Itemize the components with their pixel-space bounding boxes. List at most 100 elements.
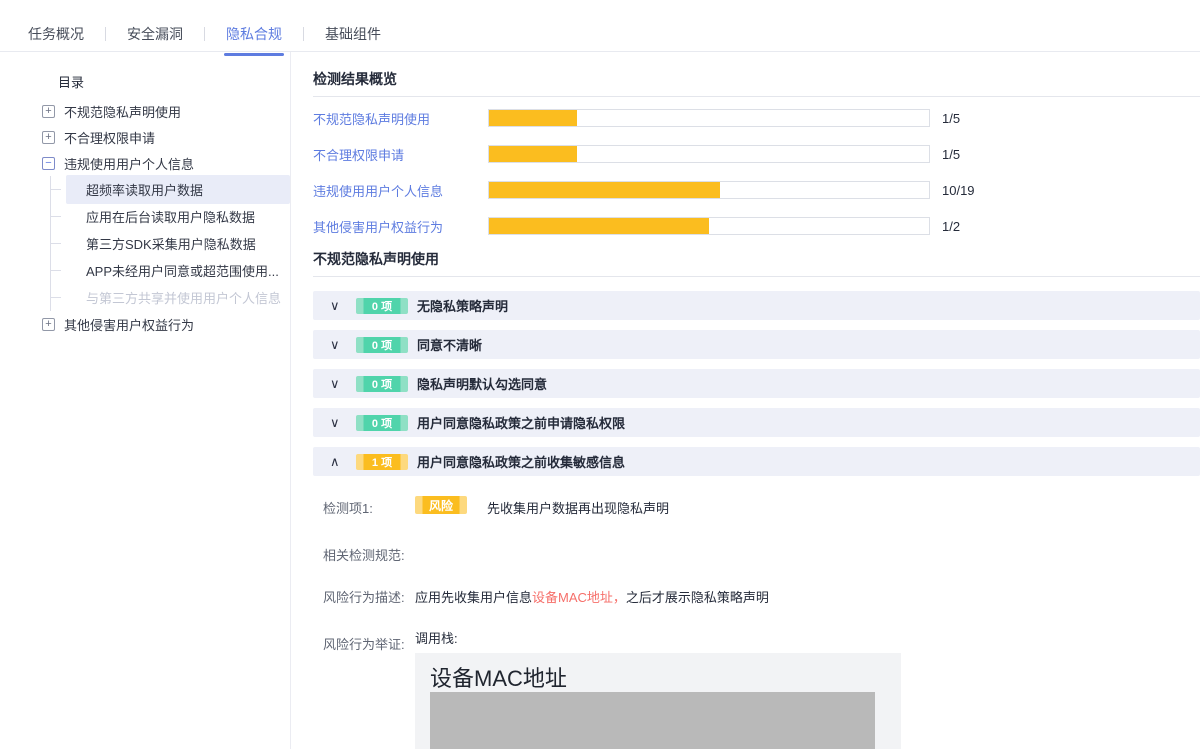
tree-leaf-label-selected[interactable]: 超频率读取用户数据: [66, 175, 290, 204]
progress-value: 1/5: [942, 111, 960, 126]
catalog-sidebar: 目录 + 不规范隐私声明使用 + 不合理权限申请 − 违规使用用户个人信息 超频…: [0, 52, 291, 749]
description-suffix: 之后才展示隐私策略声明: [626, 590, 769, 605]
progress-bar: [488, 109, 930, 127]
progress-value: 10/19: [942, 183, 975, 198]
tree-node-label: 不合理权限申请: [64, 128, 155, 147]
detail-row-evidence: 风险行为举证: 调用栈: 设备MAC地址 android.net.wifi.Wi…: [323, 628, 1200, 749]
chevron-down-icon[interactable]: ∨: [330, 376, 346, 392]
detail-item-text: 先收集用户数据再出现隐私声明: [487, 496, 669, 517]
detail-panel: 检测项1: 风险 先收集用户数据再出现隐私声明 相关检测规范: 风险行为描述: …: [313, 476, 1200, 749]
chevron-down-icon[interactable]: ∨: [330, 298, 346, 314]
progress-value: 1/5: [942, 147, 960, 162]
active-tab-underline: [224, 53, 284, 56]
accordion-row-title: 同意不清晰: [417, 335, 482, 354]
expand-icon[interactable]: +: [42, 131, 55, 144]
count-badge: 0 项: [356, 376, 408, 392]
progress-bar-fill: [489, 182, 720, 198]
tree-leaf-label-disabled: 与第三方共享并使用用户个人信息: [66, 283, 290, 312]
chevron-up-icon[interactable]: ∧: [330, 454, 346, 470]
tree-node-other-rights-violations[interactable]: + 其他侵害用户权益行为: [0, 311, 290, 337]
redaction-mask: [430, 692, 875, 749]
tree-children: 超频率读取用户数据 应用在后台读取用户隐私数据 第三方SDK采集用户隐私数据 A…: [50, 176, 290, 311]
progress-bar-fill: [489, 110, 577, 126]
evidence-content: 调用栈: 设备MAC地址 android.net.wifi.WifiInfo.g…: [415, 628, 901, 749]
tree-leaf-label[interactable]: 应用在后台读取用户隐私数据: [66, 202, 290, 231]
tab-basic-components[interactable]: 基础组件: [325, 24, 381, 54]
detail-label: 相关检测规范:: [323, 543, 415, 564]
count-badge: 0 项: [356, 337, 408, 353]
tab-privacy-compliance[interactable]: 隐私合规: [226, 24, 282, 54]
overview-row: 不合理权限申请 1/5: [313, 145, 1200, 163]
accordion-row-title: 用户同意隐私政策之前收集敏感信息: [417, 452, 625, 471]
accordion-row-title: 隐私声明默认勾选同意: [417, 374, 547, 393]
tree-node-illegal-use-personal-info[interactable]: − 违规使用用户个人信息: [0, 150, 290, 176]
count-badge: 0 项: [356, 415, 408, 431]
accordion-row-permission-before-consent[interactable]: ∨ 0 项 用户同意隐私政策之前申请隐私权限: [313, 408, 1200, 437]
tree-node-label: 违规使用用户个人信息: [64, 154, 194, 173]
accordion-row-title: 用户同意隐私政策之前申请隐私权限: [417, 413, 625, 432]
detail-label: 检测项1:: [323, 496, 415, 517]
tab-divider: [204, 27, 205, 41]
detail-row-spec: 相关检测规范:: [323, 543, 1200, 564]
tab-divider: [303, 27, 304, 41]
count-badge: 0 项: [356, 298, 408, 314]
detail-label: 风险行为举证:: [323, 628, 415, 749]
accordion-row-default-checked-consent[interactable]: ∨ 0 项 隐私声明默认勾选同意: [313, 369, 1200, 398]
detail-label: 风险行为描述:: [323, 585, 415, 606]
tab-task-overview[interactable]: 任务概况: [28, 24, 84, 54]
tree-node-nonstandard-privacy-statement[interactable]: + 不规范隐私声明使用: [0, 98, 290, 124]
tree-node-label: 不规范隐私声明使用: [64, 102, 181, 121]
tree-node-unreasonable-permission-request[interactable]: + 不合理权限申请: [0, 124, 290, 150]
chevron-down-icon[interactable]: ∨: [330, 415, 346, 431]
tab-security-vulnerabilities[interactable]: 安全漏洞: [127, 24, 183, 54]
overview-row: 不规范隐私声明使用 1/5: [313, 109, 1200, 127]
progress-value: 1/2: [942, 219, 960, 234]
tree-node-label: 其他侵害用户权益行为: [64, 315, 194, 334]
detail-row-item: 检测项1: 风险 先收集用户数据再出现隐私声明: [323, 496, 1200, 517]
risk-description-text: 应用先收集用户信息设备MAC地址，之后才展示隐私策略声明: [415, 585, 769, 606]
description-highlight: 设备MAC地址，: [532, 590, 626, 605]
overview-row-link[interactable]: 其他侵害用户权益行为: [313, 217, 488, 236]
call-stack-label: 调用栈:: [415, 628, 901, 647]
top-tab-bar: 任务概况 安全漏洞 隐私合规 基础组件: [0, 0, 1200, 52]
progress-bar: [488, 217, 930, 235]
detail-row-description: 风险行为描述: 应用先收集用户信息设备MAC地址，之后才展示隐私策略声明: [323, 585, 1200, 606]
overview-row-link[interactable]: 不合理权限申请: [313, 145, 488, 164]
tab-divider: [105, 27, 106, 41]
overview-section-title: 检测结果概览: [313, 69, 1200, 97]
accordion-row-consent-unclear[interactable]: ∨ 0 项 同意不清晰: [313, 330, 1200, 359]
accordion-row-title: 无隐私策略声明: [417, 296, 508, 315]
tree-leaf-share-with-thirdparty[interactable]: 与第三方共享并使用用户个人信息: [51, 284, 290, 311]
main-panel: 检测结果概览 不规范隐私声明使用 1/5 不合理权限申请 1/5 违规使用用户个…: [291, 52, 1200, 749]
sidebar-title: 目录: [58, 72, 290, 90]
accordion-list: ∨ 0 项 无隐私策略声明 ∨ 0 项 同意不清晰 ∨ 0 项 隐私声明默认勾选…: [313, 291, 1200, 476]
progress-bar: [488, 145, 930, 163]
risk-badge: 风险: [415, 496, 467, 514]
category-section-title: 不规范隐私声明使用: [313, 249, 1200, 277]
tree-leaf-overfrequency-read[interactable]: 超频率读取用户数据: [51, 176, 290, 203]
overview-row: 违规使用用户个人信息 10/19: [313, 181, 1200, 199]
count-badge: 1 项: [356, 454, 408, 470]
collapse-icon[interactable]: −: [42, 157, 55, 170]
accordion-row-collect-before-consent[interactable]: ∧ 1 项 用户同意隐私政策之前收集敏感信息: [313, 447, 1200, 476]
tab-privacy-compliance-label: 隐私合规: [226, 26, 282, 42]
overview-row: 其他侵害用户权益行为 1/2: [313, 217, 1200, 235]
tree-leaf-label[interactable]: APP未经用户同意或超范围使用...: [66, 256, 290, 285]
accordion-row-no-privacy-policy[interactable]: ∨ 0 项 无隐私策略声明: [313, 291, 1200, 320]
evidence-title: 设备MAC地址: [430, 661, 901, 693]
progress-bar-fill: [489, 146, 577, 162]
overview-row-link[interactable]: 不规范隐私声明使用: [313, 109, 488, 128]
overview-row-link[interactable]: 违规使用用户个人信息: [313, 181, 488, 200]
overview-rows: 不规范隐私声明使用 1/5 不合理权限申请 1/5 违规使用用户个人信息 10/…: [313, 109, 1200, 235]
tree-leaf-app-without-consent[interactable]: APP未经用户同意或超范围使用...: [51, 257, 290, 284]
progress-bar-fill: [489, 218, 709, 234]
expand-icon[interactable]: +: [42, 105, 55, 118]
tree-leaf-thirdparty-sdk-collect[interactable]: 第三方SDK采集用户隐私数据: [51, 230, 290, 257]
tree-leaf-background-read[interactable]: 应用在后台读取用户隐私数据: [51, 203, 290, 230]
expand-icon[interactable]: +: [42, 318, 55, 331]
tree-leaf-label[interactable]: 第三方SDK采集用户隐私数据: [66, 229, 290, 258]
description-prefix: 应用先收集用户信息: [415, 590, 532, 605]
progress-bar: [488, 181, 930, 199]
evidence-box: 设备MAC地址 android.net.wifi.WifiInfo.getMac…: [415, 653, 901, 749]
chevron-down-icon[interactable]: ∨: [330, 337, 346, 353]
